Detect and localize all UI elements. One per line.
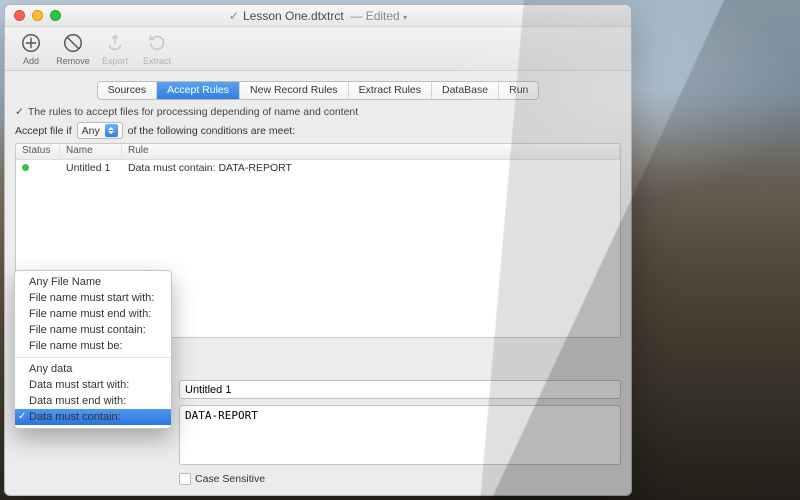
case-sensitive-checkbox[interactable] (179, 473, 191, 485)
table-row[interactable]: Untitled 1 Data must contain: DATA-REPOR… (16, 160, 620, 176)
check-icon: ✓ (15, 106, 24, 118)
hint-row: ✓ The rules to accept files for processi… (15, 106, 621, 118)
export-label: Export (95, 56, 135, 66)
desktop-wallpaper: ✓Lesson One.dtxtrct — Edited ▾ Add Remov… (0, 0, 800, 500)
col-rule[interactable]: Rule (122, 144, 620, 159)
menu-separator (15, 357, 171, 358)
rule-cell: Data must contain: DATA-REPORT (122, 162, 620, 174)
case-sensitive-label: Case Sensitive (195, 473, 265, 485)
menu-item-selected[interactable]: Data must contain: (15, 409, 171, 425)
extract-button: Extract (137, 31, 177, 66)
condition-row: Accept file if Any of the following cond… (15, 122, 621, 139)
add-label: Add (11, 56, 51, 66)
export-button: Export (95, 31, 135, 66)
remove-label: Remove (53, 56, 93, 66)
extract-label: Extract (137, 56, 177, 66)
menu-item[interactable]: File name must contain: (15, 322, 171, 338)
menu-item[interactable]: Data must end with: (15, 393, 171, 409)
add-button[interactable]: Add (11, 31, 51, 66)
menu-item[interactable]: Any File Name (15, 274, 171, 290)
accept-if-value: Any (82, 125, 100, 137)
status-cell (16, 162, 60, 174)
titlebar[interactable]: ✓Lesson One.dtxtrct — Edited ▾ (5, 5, 631, 27)
tab-accept-rules[interactable]: Accept Rules (157, 82, 240, 99)
close-icon[interactable] (14, 10, 25, 21)
accept-if-combo[interactable]: Any (77, 122, 123, 139)
export-icon (103, 31, 127, 55)
tab-database[interactable]: DataBase (432, 82, 499, 99)
traffic-lights (14, 10, 61, 21)
tab-new-record-rules[interactable]: New Record Rules (240, 82, 349, 99)
rule-name-input[interactable] (179, 380, 621, 399)
remove-button[interactable]: Remove (53, 31, 93, 66)
status-ok-icon (22, 164, 29, 171)
no-circle-icon (61, 31, 85, 55)
menu-item[interactable]: File name must end with: (15, 306, 171, 322)
hint-text: The rules to accept files for processing… (28, 106, 358, 118)
table-header: Status Name Rule (16, 144, 620, 160)
toolbar: Add Remove Export Extract (5, 27, 631, 71)
col-status[interactable]: Status (16, 144, 60, 159)
tab-extract-rules[interactable]: Extract Rules (349, 82, 432, 99)
menu-item[interactable]: Data must start with: (15, 377, 171, 393)
accept-if-suffix: of the following conditions are meet: (128, 125, 296, 137)
menu-item[interactable]: File name must be: (15, 338, 171, 354)
chevron-updown-icon (105, 124, 118, 137)
accept-if-prefix: Accept file if (15, 125, 72, 137)
case-sensitive-row: Case Sensitive (179, 473, 621, 485)
minimize-icon[interactable] (32, 10, 43, 21)
tab-run[interactable]: Run (499, 82, 538, 99)
plus-circle-icon (19, 31, 43, 55)
extract-icon (145, 31, 169, 55)
window-title: ✓Lesson One.dtxtrct — Edited ▾ (5, 9, 631, 23)
zoom-icon[interactable] (50, 10, 61, 21)
col-name[interactable]: Name (60, 144, 122, 159)
name-cell: Untitled 1 (60, 162, 122, 174)
section-tabs: Sources Accept Rules New Record Rules Ex… (97, 81, 540, 100)
rule-type-popup[interactable]: Any File Name File name must start with:… (14, 270, 172, 429)
tab-sources[interactable]: Sources (98, 82, 158, 99)
menu-item[interactable]: File name must start with: (15, 290, 171, 306)
menu-item[interactable]: Any data (15, 361, 171, 377)
app-window: ✓Lesson One.dtxtrct — Edited ▾ Add Remov… (4, 4, 632, 496)
rule-data-input[interactable] (179, 405, 621, 465)
